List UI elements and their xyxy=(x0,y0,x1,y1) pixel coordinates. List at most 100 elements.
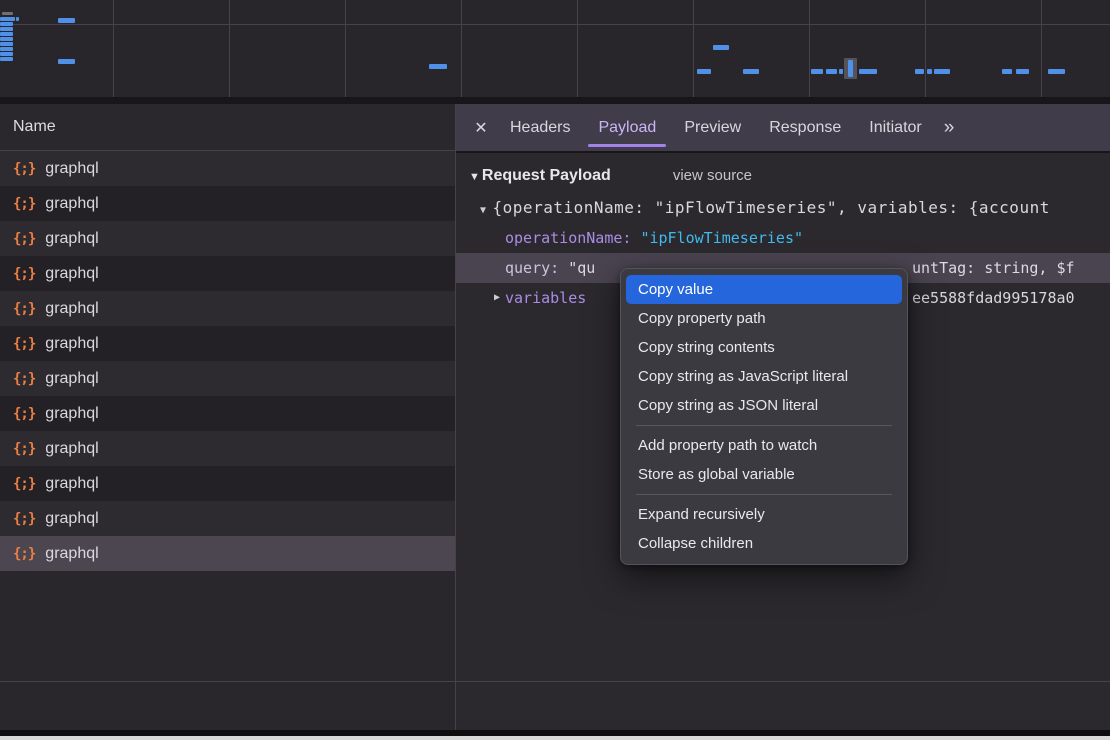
json-request-icon: {;} xyxy=(13,406,35,422)
waterfall-bar xyxy=(934,69,950,74)
tab-headers[interactable]: Headers xyxy=(496,105,584,151)
tab-payload[interactable]: Payload xyxy=(584,105,670,151)
network-request-row[interactable]: {;} graphql xyxy=(0,186,455,221)
waterfall-bar xyxy=(0,37,13,41)
json-request-icon: {;} xyxy=(13,371,35,387)
requests-list-panel: Name {;}graphql{;}graphql{;}graphql{;}gr… xyxy=(0,104,455,740)
tab-preview[interactable]: Preview xyxy=(670,105,755,151)
request-name-label: graphql xyxy=(45,160,98,178)
waterfall-bar xyxy=(915,69,924,74)
network-request-row[interactable]: {;} graphql xyxy=(0,536,455,571)
json-request-icon: {;} xyxy=(13,301,35,317)
menu-item-copy-string-as-json-literal[interactable]: Copy string as JSON literal xyxy=(626,391,902,420)
property-value-start: "qu xyxy=(568,259,595,277)
waterfall-bar xyxy=(58,59,75,64)
waterfall-bar xyxy=(1016,69,1029,74)
waterfall-gridline xyxy=(229,0,230,97)
waterfall-bar xyxy=(811,69,823,74)
menu-divider xyxy=(636,494,892,495)
panel-splitter[interactable] xyxy=(455,104,456,736)
menu-item-copy-string-contents[interactable]: Copy string contents xyxy=(626,333,902,362)
request-name-label: graphql xyxy=(45,440,98,458)
network-request-row[interactable]: {;} graphql xyxy=(0,256,455,291)
details-tab-bar: ✕ HeadersPayloadPreviewResponseInitiator… xyxy=(456,104,1110,153)
network-request-row[interactable]: {;}graphql xyxy=(0,501,455,536)
property-key: variables xyxy=(505,289,586,307)
menu-item-store-as-global-variable[interactable]: Store as global variable xyxy=(626,460,902,489)
details-tabs: HeadersPayloadPreviewResponseInitiator xyxy=(496,105,936,151)
property-key: operationName: xyxy=(505,229,631,247)
json-request-icon: {;} xyxy=(13,196,35,212)
json-request-icon: {;} xyxy=(13,546,35,562)
property-key: query: xyxy=(505,259,559,277)
devtools-network-panel: Name {;}graphql{;}graphql{;}graphql{;}gr… xyxy=(0,0,1110,740)
network-request-row[interactable]: {;} graphql xyxy=(0,361,455,396)
waterfall-gridline xyxy=(809,0,810,97)
waterfall-gridline xyxy=(577,0,578,97)
network-overview-waterfall[interactable] xyxy=(0,0,1110,97)
request-payload-header: ▼ Request Payload view source xyxy=(456,153,1110,185)
request-name-label: graphql xyxy=(45,230,98,248)
waterfall-bar xyxy=(0,17,15,21)
property-value: "ipFlowTimeseries" xyxy=(640,229,803,247)
menu-item-copy-string-as-javascript-literal[interactable]: Copy string as JavaScript literal xyxy=(626,362,902,391)
waterfall-gridline xyxy=(925,0,926,97)
json-request-icon: {;} xyxy=(13,336,35,352)
view-source-link[interactable]: view source xyxy=(673,167,752,184)
waterfall-gridline xyxy=(113,0,114,97)
expand-caret-icon[interactable]: ▶ xyxy=(494,283,500,313)
network-request-row[interactable]: {;} graphql xyxy=(0,151,455,186)
requests-list: {;} graphql {;} graphql {;} graphql {;} graphql… xyxy=(0,151,455,571)
request-name-label: graphql xyxy=(45,335,98,353)
request-name-label: graphql xyxy=(45,545,98,563)
property-value-clipped: ee5588fdad995178a0 xyxy=(912,283,1075,313)
operation-name-row[interactable]: operationName: "ipFlowTimeseries" xyxy=(456,223,1110,253)
name-column-label: Name xyxy=(13,118,56,136)
network-request-row[interactable]: {;}graphql xyxy=(0,221,455,256)
expand-caret-icon[interactable]: ▼ xyxy=(480,205,487,216)
json-request-icon: {;} xyxy=(13,266,35,282)
waterfall-bar xyxy=(1048,69,1065,74)
request-name-label: graphql xyxy=(45,370,98,388)
overview-divider xyxy=(0,97,1110,104)
request-name-label: graphql xyxy=(45,195,98,213)
waterfall-bar xyxy=(16,17,19,21)
waterfall-gridline xyxy=(693,0,694,97)
waterfall-bar xyxy=(58,18,75,23)
waterfall-bar xyxy=(743,69,759,74)
network-request-row[interactable]: {;} graphql xyxy=(0,326,455,361)
network-request-row[interactable]: {;}graphql xyxy=(0,466,455,501)
network-request-row[interactable]: {;}graphql xyxy=(0,291,455,326)
footer-divider xyxy=(0,681,1110,682)
name-column-header[interactable]: Name xyxy=(0,104,455,151)
waterfall-bar xyxy=(848,60,853,77)
more-tabs-icon[interactable]: » xyxy=(944,117,953,139)
screenshot-bottom-edge xyxy=(0,736,1110,740)
request-name-label: graphql xyxy=(45,405,98,423)
close-icon[interactable]: ✕ xyxy=(466,118,496,138)
waterfall-bar xyxy=(839,69,843,74)
json-request-icon: {;} xyxy=(13,476,35,492)
payload-root-preview: {operationName: "ipFlowTimeseries", vari… xyxy=(493,198,1050,217)
menu-item-copy-value[interactable]: Copy value xyxy=(626,275,902,304)
request-name-label: graphql xyxy=(45,265,98,283)
tab-response[interactable]: Response xyxy=(755,105,855,151)
collapse-caret-icon[interactable]: ▼ xyxy=(469,171,480,183)
network-request-row[interactable]: {;} graphql xyxy=(0,431,455,466)
waterfall-bar xyxy=(429,64,447,69)
json-request-icon: {;} xyxy=(13,161,35,177)
payload-root-row[interactable]: ▼ {operationName: "ipFlowTimeseries", var… xyxy=(456,193,1110,223)
network-request-row[interactable]: {;} graphql xyxy=(0,396,455,431)
menu-item-add-property-path-to-watch[interactable]: Add property path to watch xyxy=(626,431,902,460)
menu-item-copy-property-path[interactable]: Copy property path xyxy=(626,304,902,333)
waterfall-gridline xyxy=(345,0,346,97)
menu-item-expand-recursively[interactable]: Expand recursively xyxy=(626,500,902,529)
tab-initiator[interactable]: Initiator xyxy=(855,105,935,151)
menu-item-collapse-children[interactable]: Collapse children xyxy=(626,529,902,558)
json-request-icon: {;} xyxy=(13,441,35,457)
json-request-icon: {;} xyxy=(13,511,35,527)
waterfall-bar xyxy=(0,22,13,26)
menu-divider xyxy=(636,425,892,426)
waterfall-gridline xyxy=(1041,0,1042,97)
property-value-clipped: untTag: string, $f xyxy=(912,253,1075,283)
